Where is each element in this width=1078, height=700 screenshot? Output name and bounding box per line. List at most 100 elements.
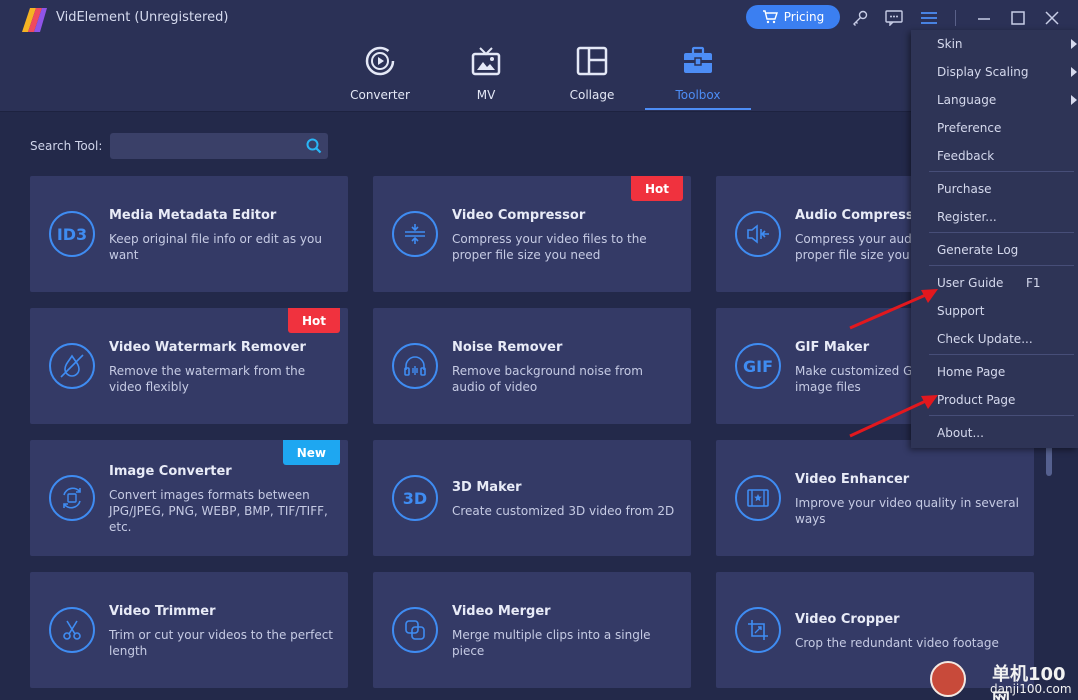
collage-icon [576, 46, 608, 76]
card-description: Crop the redundant video footage [795, 636, 999, 650]
card-title: 3D Maker [452, 480, 522, 495]
search-input[interactable] [110, 133, 328, 159]
tool-card-video-compressor[interactable]: Hot Video Compressor Compress your video… [373, 176, 691, 292]
menu-divider [929, 354, 1074, 355]
card-description: Merge multiple clips into a single piece [452, 628, 651, 658]
tool-card-noise-remover[interactable]: Noise Remover Remove background noise fr… [373, 308, 691, 424]
tab-mv-label: MV [476, 88, 496, 102]
card-description: Remove background noise from audio of vi… [452, 364, 643, 394]
pricing-label: Pricing [783, 10, 825, 24]
tab-toolbox-label: Toolbox [675, 88, 721, 102]
search-icon[interactable] [306, 138, 322, 154]
menu-item-preference[interactable]: Preference [937, 121, 1001, 135]
menu-item-display-scaling[interactable]: Display Scaling [937, 65, 1029, 79]
tool-card-video-trimmer[interactable]: Video Trimmer Trim or cut your videos to… [30, 572, 348, 688]
card-title: Image Converter [109, 464, 232, 479]
menu-item-product-page[interactable]: Product Page [937, 393, 1015, 407]
tool-card-media-metadata-editor[interactable]: ID3 Media Metadata Editor Keep original … [30, 176, 348, 292]
menu-divider [929, 415, 1074, 416]
menu-item-user-guide[interactable]: User Guide [937, 276, 1003, 290]
menu-item-check-update[interactable]: Check Update... [937, 332, 1033, 346]
site-watermark: 单机100网 danji100.com [928, 658, 1078, 700]
id3-icon: ID3 [49, 211, 95, 257]
watermark-url: danji100.com [990, 682, 1072, 696]
tool-card-3d-maker[interactable]: 3D 3D Maker Create customized 3D video f… [373, 440, 691, 556]
menu-icon[interactable] [919, 8, 939, 28]
key-icon[interactable] [850, 8, 870, 28]
tab-mv[interactable]: MV [433, 44, 539, 112]
menu-item-generate-log[interactable]: Generate Log [937, 243, 1018, 257]
converter-icon [365, 46, 395, 76]
card-title: Video Compressor [452, 208, 586, 223]
active-tab-indicator [645, 108, 751, 110]
menu-item-home-page[interactable]: Home Page [937, 365, 1005, 379]
new-badge: New [282, 440, 340, 465]
hot-badge: Hot [630, 176, 683, 201]
tab-collage-label: Collage [569, 88, 615, 102]
tool-card-video-watermark-remover[interactable]: Hot Video Watermark Remover Remove the w… [30, 308, 348, 424]
3d-icon: 3D [392, 475, 438, 521]
tab-converter[interactable]: Converter [327, 44, 433, 112]
tab-toolbox[interactable]: Toolbox [645, 44, 751, 112]
submenu-arrow-icon [1071, 67, 1077, 77]
tab-collage[interactable]: Collage [539, 44, 645, 112]
toolbox-icon [684, 46, 712, 73]
submenu-arrow-icon [1071, 95, 1077, 105]
scissors-icon [49, 607, 95, 653]
card-title: Media Metadata Editor [109, 208, 277, 223]
menu-item-purchase[interactable]: Purchase [937, 182, 992, 196]
video-merger-icon [392, 607, 438, 653]
crop-icon [735, 607, 781, 653]
video-compressor-icon [392, 211, 438, 257]
cart-icon [762, 10, 778, 24]
card-description: Keep original file info or edit as you w… [109, 232, 322, 262]
card-description: Remove the watermark from the video flex… [109, 364, 306, 394]
card-description: Trim or cut your videos to the perfect l… [109, 628, 334, 658]
minimize-icon[interactable] [974, 8, 994, 28]
headphones-icon [392, 343, 438, 389]
watermark-remover-icon [49, 343, 95, 389]
pricing-button[interactable]: Pricing [746, 5, 840, 29]
menu-divider [929, 171, 1074, 172]
tab-converter-label: Converter [350, 88, 410, 102]
message-icon[interactable] [884, 8, 904, 28]
app-logo-icon [22, 8, 47, 32]
search-label: Search Tool: [30, 139, 103, 153]
card-title: GIF Maker [795, 340, 870, 355]
main-dropdown-menu: Skin Display Scaling Language Preference… [911, 30, 1078, 448]
card-title: Audio Compressor [795, 208, 929, 223]
toolbar-divider [955, 10, 956, 26]
card-description: Convert images formats between JPG/JPEG,… [109, 488, 328, 534]
tool-card-video-enhancer[interactable]: Video Enhancer Improve your video qualit… [716, 440, 1034, 556]
card-description: Create customized 3D video from 2D [452, 504, 675, 518]
mv-icon [471, 47, 501, 76]
card-title: Video Trimmer [109, 604, 216, 619]
tool-card-video-merger[interactable]: Video Merger Merge multiple clips into a… [373, 572, 691, 688]
close-icon[interactable] [1042, 8, 1062, 28]
audio-compressor-icon [735, 211, 781, 257]
hot-badge: Hot [287, 308, 340, 333]
menu-item-about[interactable]: About... [937, 426, 984, 440]
card-title: Video Cropper [795, 612, 900, 627]
card-title: Video Enhancer [795, 472, 910, 487]
menu-divider [929, 265, 1074, 266]
menu-item-feedback[interactable]: Feedback [937, 149, 994, 163]
menu-item-language[interactable]: Language [937, 93, 996, 107]
menu-item-support[interactable]: Support [937, 304, 984, 318]
app-title: VidElement (Unregistered) [56, 10, 229, 25]
tool-card-image-converter[interactable]: New Image Converter Convert images forma… [30, 440, 348, 556]
menu-item-skin[interactable]: Skin [937, 37, 963, 51]
card-title: Noise Remover [452, 340, 563, 355]
gif-icon: GIF [735, 343, 781, 389]
video-enhancer-icon [735, 475, 781, 521]
menu-divider [929, 232, 1074, 233]
watermark-logo-icon [930, 661, 966, 697]
menu-item-register[interactable]: Register... [937, 210, 997, 224]
card-description: Improve your video quality in several wa… [795, 496, 1019, 526]
card-title: Video Merger [452, 604, 551, 619]
card-description: Compress your video files to the proper … [452, 232, 647, 262]
image-converter-icon [49, 475, 95, 521]
maximize-icon[interactable] [1008, 8, 1028, 28]
menu-shortcut-f1: F1 [1026, 276, 1041, 290]
card-title: Video Watermark Remover [109, 340, 306, 355]
